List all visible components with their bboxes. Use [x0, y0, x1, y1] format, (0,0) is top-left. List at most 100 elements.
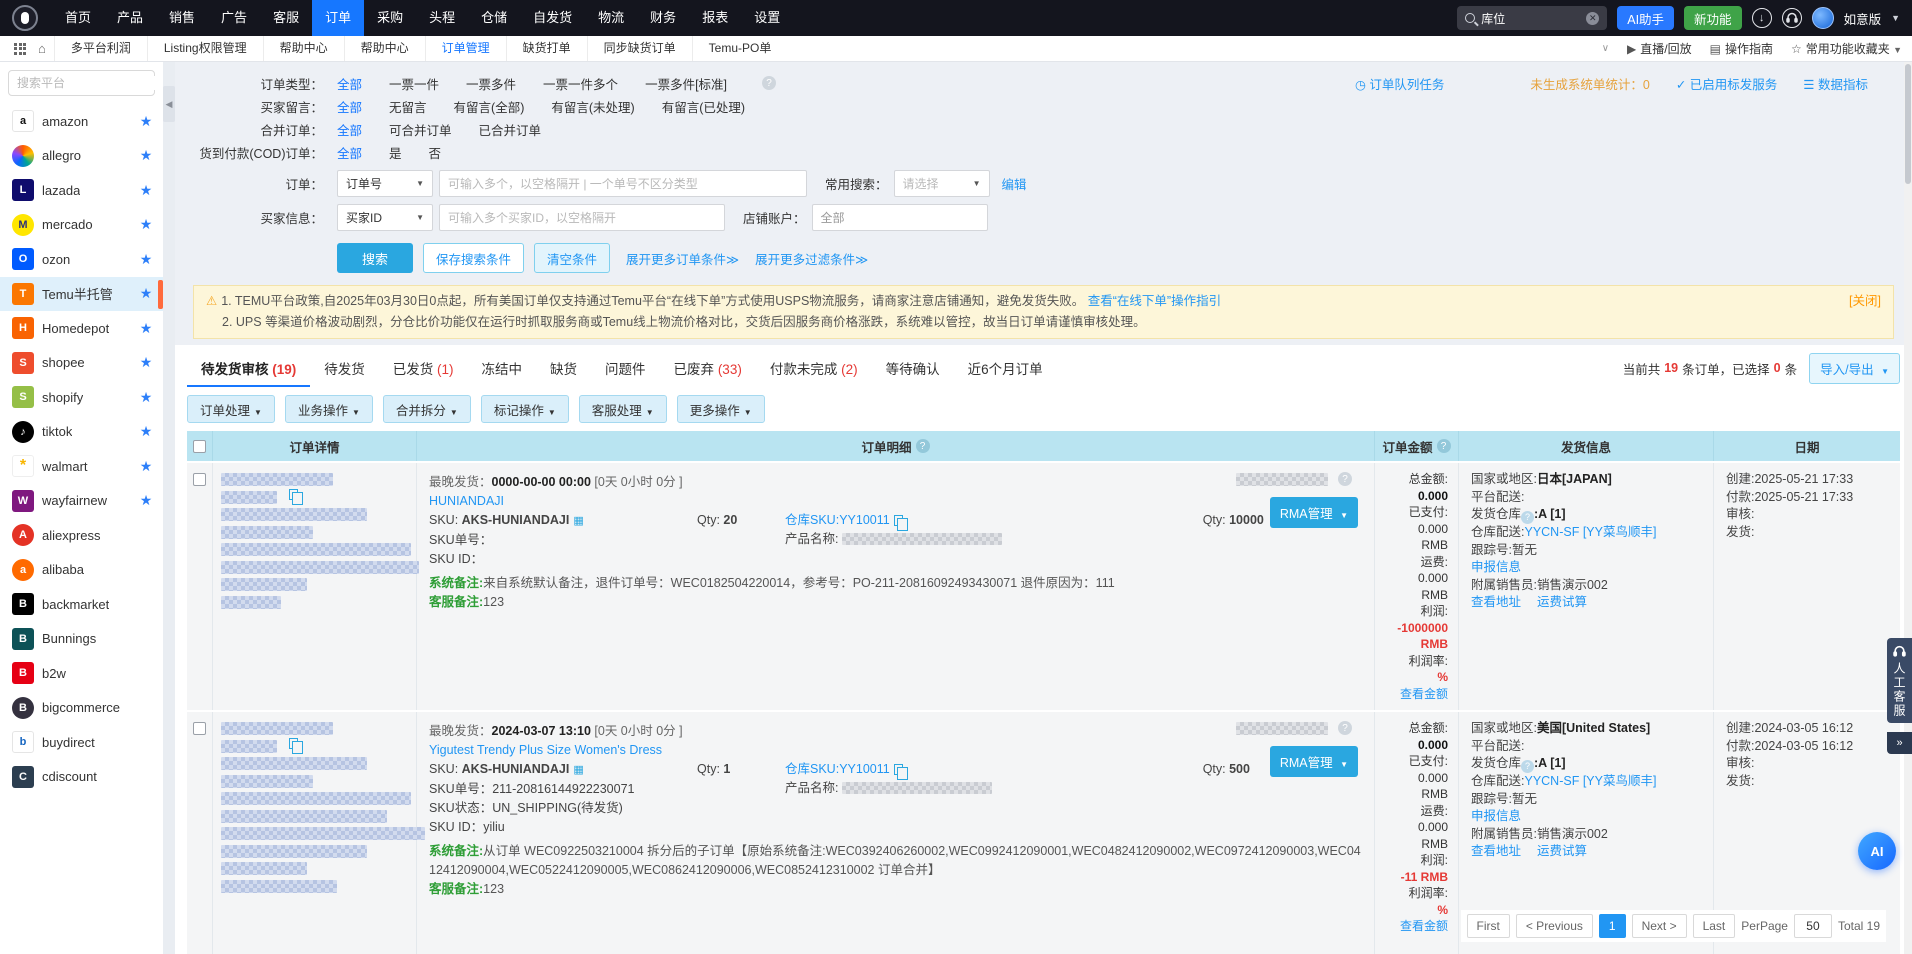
status-tab[interactable]: 已废弃 (33) [660, 349, 756, 387]
filter-option[interactable]: 无留言 [389, 97, 427, 116]
user-avatar[interactable] [1812, 7, 1834, 29]
home-icon[interactable]: ⌂ [38, 41, 46, 56]
data-metrics-link[interactable]: ☰ 数据指标 [1803, 74, 1868, 93]
filter-option[interactable]: 有留言(全部) [454, 97, 525, 116]
top-nav-item[interactable]: 自发货 [520, 0, 585, 36]
status-tab[interactable]: 待发货审核 (19) [187, 349, 310, 387]
help-icon[interactable]: ? [916, 439, 930, 453]
bulk-action-button[interactable]: 订单处理▼ [187, 395, 275, 423]
next-page-button[interactable]: Next > [1632, 914, 1687, 938]
filter-option[interactable]: 已合并订单 [479, 120, 542, 139]
sidebar-platform-item[interactable]: B Bunnings [0, 622, 163, 657]
sidebar-platform-item[interactable]: C cdiscount [0, 760, 163, 795]
search-button[interactable]: 搜索 [337, 243, 413, 273]
platform-search[interactable] [8, 70, 155, 96]
unsynced-stat-label[interactable]: 未生成系统单统计：0 [1530, 74, 1649, 93]
human-support-tab[interactable]: 人工客服 [1887, 638, 1912, 723]
filter-option[interactable]: 是 [389, 143, 402, 162]
select-all-checkbox[interactable] [193, 440, 206, 453]
sidebar-platform-item[interactable]: * walmart ★ [0, 449, 163, 484]
clear-conditions-button[interactable]: 清空条件 [534, 243, 610, 273]
star-icon[interactable]: ★ [139, 147, 153, 164]
new-features-button[interactable]: 新功能 [1684, 6, 1742, 30]
top-nav-item[interactable]: 销售 [156, 0, 208, 36]
filter-option[interactable]: 全部 [337, 74, 362, 93]
bulk-action-button[interactable]: 标记操作▼ [481, 395, 569, 423]
filter-option[interactable]: 一票多件 [466, 74, 516, 93]
top-nav-item[interactable]: 头程 [416, 0, 468, 36]
freight-calc-link[interactable]: 运费试算 [1537, 843, 1587, 861]
product-title-link[interactable]: Yigutest Trendy Plus Size Women's Dress [429, 743, 1362, 757]
bulk-action-button[interactable]: 更多操作▼ [677, 395, 765, 423]
notice-guide-link[interactable]: 查看“在线下单”操作指引 [1088, 294, 1221, 308]
status-tab[interactable]: 问题件 [591, 349, 660, 387]
workspace-tab[interactable]: Temu-PO单 [692, 36, 788, 61]
app-logo[interactable] [12, 5, 38, 31]
import-export-button[interactable]: 导入/导出 ▼ [1809, 353, 1900, 384]
star-icon[interactable]: ★ [139, 216, 153, 233]
favorites-link[interactable]: ☆常用功能收藏夹 ▼ [1791, 40, 1902, 57]
more-filter-conditions-link[interactable]: 展开更多过滤条件≫ [755, 249, 868, 268]
chevron-down-icon[interactable]: ∨ [1602, 43, 1609, 54]
filter-option[interactable]: 全部 [337, 97, 362, 116]
help-icon[interactable]: ? [762, 76, 776, 90]
platform-search-input[interactable] [17, 76, 163, 90]
sidebar-platform-item[interactable]: B b2w [0, 656, 163, 691]
prev-page-button[interactable]: < Previous [1516, 914, 1593, 938]
rma-manage-button[interactable]: RMA管理 ▼ [1270, 746, 1358, 777]
current-page-button[interactable]: 1 [1599, 914, 1626, 938]
last-page-button[interactable]: Last [1693, 914, 1736, 938]
top-nav-item[interactable]: 客服 [260, 0, 312, 36]
top-nav-item[interactable]: 采购 [364, 0, 416, 36]
sidebar-platform-item[interactable]: T Temu半托管 ★ [0, 277, 163, 312]
copy-icon[interactable] [894, 515, 903, 526]
headset-icon[interactable] [1782, 8, 1802, 28]
workspace-tab[interactable]: 订单管理 [425, 36, 506, 61]
star-icon[interactable]: ★ [139, 285, 153, 302]
filter-option[interactable]: 一票一件多个 [543, 74, 618, 93]
help-icon[interactable]: ? [1338, 472, 1352, 486]
grid-icon[interactable]: ▦ [573, 764, 583, 776]
sidebar-platform-item[interactable]: ♪ tiktok ★ [0, 415, 163, 450]
label-service-link[interactable]: ✓ 已启用标发服务 [1676, 74, 1777, 93]
clear-search-icon[interactable]: ✕ [1586, 12, 1599, 25]
top-nav-item[interactable]: 报表 [689, 0, 741, 36]
chevron-down-icon[interactable]: ▼ [1891, 13, 1900, 23]
collapse-sidebar-button[interactable]: ◀ [163, 86, 175, 122]
declare-info-link[interactable]: 申报信息 [1471, 560, 1521, 574]
star-icon[interactable]: ★ [139, 492, 153, 509]
global-search-input[interactable] [1481, 11, 1567, 25]
star-icon[interactable]: ★ [139, 113, 153, 130]
status-tab[interactable]: 冻结中 [468, 349, 537, 387]
save-search-button[interactable]: 保存搜索条件 [423, 243, 524, 273]
dock-expand-button[interactable]: » [1887, 732, 1912, 754]
top-nav-item[interactable]: 财务 [637, 0, 689, 36]
filter-option[interactable]: 有留言(未处理) [551, 97, 634, 116]
common-search-select[interactable]: 请选择▼ [894, 170, 990, 197]
top-nav-item[interactable]: 物流 [585, 0, 637, 36]
product-title-link[interactable]: HUNIANDAJI [429, 494, 1362, 508]
star-icon[interactable]: ★ [139, 354, 153, 371]
sidebar-platform-item[interactable]: O ozon ★ [0, 242, 163, 277]
sidebar-platform-item[interactable]: L lazada ★ [0, 173, 163, 208]
view-address-link[interactable]: 查看地址 [1471, 594, 1521, 612]
row-checkbox[interactable] [193, 473, 206, 486]
sidebar-platform-item[interactable]: H Homedepot ★ [0, 311, 163, 346]
guide-link[interactable]: ▤操作指南 [1710, 40, 1773, 57]
ai-fab-button[interactable]: AI [1858, 832, 1896, 870]
workspace-tab[interactable]: 多平台利润 [54, 36, 147, 61]
filter-option[interactable]: 一票多件[标准] [645, 74, 727, 93]
rma-manage-button[interactable]: RMA管理 ▼ [1270, 497, 1358, 528]
apps-grid-icon[interactable] [14, 43, 26, 55]
sidebar-platform-item[interactable]: allegro ★ [0, 139, 163, 174]
status-tab[interactable]: 待发货 [310, 349, 379, 387]
filter-option[interactable]: 一票一件 [389, 74, 439, 93]
live-replay-link[interactable]: ▶直播/回放 [1627, 40, 1692, 57]
first-page-button[interactable]: First [1467, 914, 1510, 938]
bulk-action-button[interactable]: 合并拆分▼ [383, 395, 471, 423]
copy-icon[interactable] [289, 489, 298, 500]
star-icon[interactable]: ★ [139, 423, 153, 440]
warehouse-delivery-link[interactable]: YYCN-SF [YY菜鸟顺丰] [1524, 525, 1656, 539]
status-tab[interactable]: 等待确认 [872, 349, 954, 387]
top-nav-item[interactable]: 首页 [52, 0, 104, 36]
